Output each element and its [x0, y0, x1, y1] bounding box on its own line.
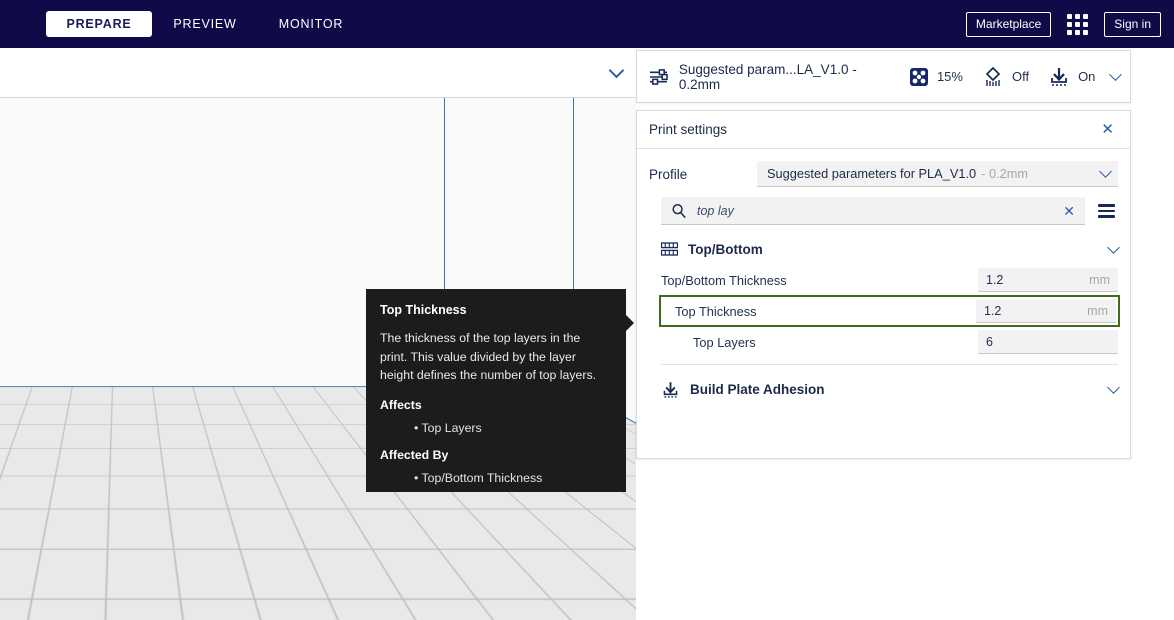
setting-value-field[interactable]: 1.2 mm — [978, 268, 1118, 292]
profile-select[interactable]: Suggested parameters for PLA_V1.0 - 0.2m… — [757, 161, 1118, 187]
stage-tab-prepare-label: PREPARE — [66, 17, 132, 31]
profile-label: Profile — [649, 166, 688, 182]
profile-select-sub: - 0.2mm — [981, 166, 1029, 181]
support-summary-button[interactable]: Off — [982, 66, 1030, 87]
grid-apps-icon[interactable] — [1067, 13, 1089, 35]
support-icon — [985, 66, 1001, 86]
setting-row-top-layers[interactable]: Top Layers 6 — [661, 327, 1118, 357]
sign-in-button-label: Sign in — [1114, 17, 1151, 31]
search-input[interactable] — [697, 203, 1062, 218]
setting-row-top-thickness[interactable]: Top Thickness 1.2 mm — [659, 295, 1120, 327]
setting-value: 1.2 — [986, 272, 1004, 287]
chevron-down-icon — [1099, 165, 1112, 178]
chevron-down-icon[interactable] — [608, 62, 625, 79]
close-icon[interactable]: ✕ — [1097, 119, 1118, 140]
tooltip-description: The thickness of the top layers in the p… — [380, 331, 597, 383]
setting-tooltip: Top Thickness The thickness of the top l… — [366, 289, 634, 492]
search-clear-close-icon[interactable]: ✕ — [1061, 204, 1077, 218]
search-box[interactable]: ✕ — [661, 197, 1085, 225]
stage-tab-preview-label: PREVIEW — [173, 17, 237, 31]
setting-unit: mm — [1087, 303, 1108, 318]
profile-summary-button[interactable]: Suggested param...LA_V1.0 - 0.2mm — [649, 62, 890, 92]
search-row: ✕ — [637, 197, 1130, 225]
print-settings-title: Print settings — [649, 122, 728, 137]
setting-unit: mm — [1089, 272, 1110, 287]
adhesion-summary-value: On — [1078, 69, 1096, 84]
top-navigation-bar: PREPARE PREVIEW MONITOR Marketplace Sign… — [0, 0, 1174, 48]
application-window: PREPARE PREVIEW MONITOR Marketplace Sign… — [0, 0, 1174, 620]
setting-label: Top/Bottom Thickness — [661, 272, 787, 288]
category-build-plate-adhesion[interactable]: Build Plate Adhesion — [637, 374, 1130, 405]
tooltip-affected-by-label: Affected By — [380, 448, 449, 463]
stage-tab-monitor[interactable]: MONITOR — [258, 11, 364, 37]
category-top-bottom-label: Top/Bottom — [688, 242, 763, 257]
section-divider — [661, 364, 1118, 365]
viewport-top-bar — [0, 48, 636, 98]
sign-in-button[interactable]: Sign in — [1104, 11, 1161, 37]
print-settings-panel: Print settings ✕ Profile Suggested param… — [636, 110, 1131, 459]
tooltip-affected-by-item: • Top/Bottom Thickness — [414, 471, 543, 486]
build-plate-adhesion-icon — [663, 381, 678, 398]
profile-row: Profile Suggested parameters for PLA_V1.… — [637, 149, 1130, 197]
stage-tab-monitor-label: MONITOR — [278, 17, 344, 31]
setting-label: Top Thickness — [675, 303, 757, 319]
search-icon — [672, 203, 686, 218]
infill-summary-value: 15% — [936, 69, 963, 84]
setting-label: Top Layers — [693, 334, 756, 350]
setting-value-field[interactable]: 1.2 mm — [976, 299, 1116, 323]
chevron-down-icon[interactable] — [1107, 381, 1120, 394]
marketplace-button[interactable]: Marketplace — [965, 11, 1052, 37]
support-summary-value: Off — [1011, 69, 1030, 84]
print-setup-toolbar[interactable]: Suggested param...LA_V1.0 - 0.2mm 15% Of… — [636, 50, 1131, 103]
marketplace-button-label: Marketplace — [975, 17, 1042, 31]
tooltip-arrow — [625, 314, 634, 332]
infill-summary-button[interactable]: 15% — [909, 67, 963, 87]
build-plate-adhesion-icon — [1051, 67, 1067, 86]
profile-select-name: Suggested parameters for PLA_V1.0 — [767, 166, 977, 181]
stage-tab-preview[interactable]: PREVIEW — [152, 11, 258, 37]
top-bottom-layers-icon — [661, 241, 678, 256]
top-navigation-actions: Marketplace Sign in — [965, 11, 1174, 37]
toolbar-expand-chevron-down-icon[interactable] — [1109, 68, 1122, 81]
infill-icon — [909, 67, 928, 86]
category-top-bottom[interactable]: Top/Bottom — [637, 234, 1130, 265]
tooltip-title: Top Thickness — [380, 303, 467, 317]
stage-tab-prepare[interactable]: PREPARE — [46, 11, 152, 37]
category-build-plate-adhesion-label: Build Plate Adhesion — [690, 382, 825, 397]
profile-summary-label: Suggested param...LA_V1.0 - 0.2mm — [678, 61, 857, 92]
tooltip-affects-item: • Top Layers — [414, 421, 482, 436]
stage-tabs: PREPARE PREVIEW MONITOR — [46, 11, 364, 37]
chevron-down-icon[interactable] — [1107, 241, 1120, 254]
setting-value-field[interactable]: 6 — [978, 330, 1118, 354]
setting-value: 1.2 — [984, 303, 1002, 318]
print-settings-header: Print settings ✕ — [637, 111, 1130, 149]
sliders-icon — [649, 68, 668, 85]
setting-row-top-bottom-thickness[interactable]: Top/Bottom Thickness 1.2 mm — [661, 265, 1118, 295]
adhesion-summary-button[interactable]: On — [1048, 67, 1095, 87]
tooltip-affects-label: Affects — [380, 398, 422, 413]
setting-value: 6 — [986, 334, 993, 349]
hamburger-menu-icon[interactable] — [1095, 201, 1118, 220]
